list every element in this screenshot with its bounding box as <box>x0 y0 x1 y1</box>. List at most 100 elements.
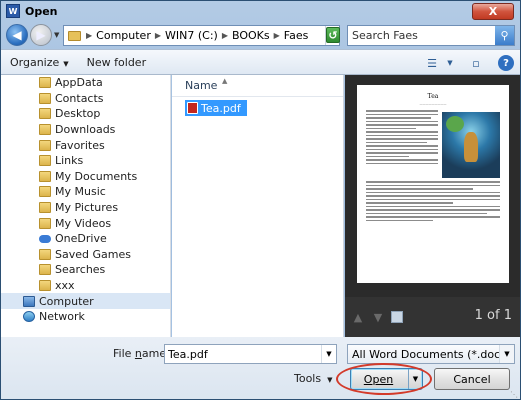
chevron-right-icon[interactable]: ▶ <box>85 31 93 40</box>
sidebar-item-favorites[interactable]: Favorites <box>1 137 170 153</box>
recent-locations-icon[interactable]: ▼ <box>54 31 59 39</box>
sidebar-item-xxx[interactable]: xxx <box>1 278 170 294</box>
folder-icon <box>39 77 51 89</box>
sidebar-item-my-music[interactable]: My Music <box>1 184 170 200</box>
preview-text-block <box>366 178 500 221</box>
file-name-field[interactable]: Tea.pdf ▼ <box>164 344 337 364</box>
folder-icon <box>39 280 51 292</box>
folder-icon <box>39 124 51 136</box>
refresh-button[interactable]: ↺ <box>326 27 340 43</box>
sidebar-item-my-pictures[interactable]: My Pictures <box>1 200 170 216</box>
page-thumbnail-icon[interactable] <box>391 311 403 323</box>
word-app-icon: W <box>6 4 20 18</box>
sidebar-item-label: My Pictures <box>55 201 119 215</box>
sidebar-item-onedrive[interactable]: OneDrive <box>1 231 170 247</box>
search-icon[interactable]: ⚲ <box>495 26 514 45</box>
new-folder-button[interactable]: New folder <box>78 56 155 69</box>
page-count: 1 of 1 <box>474 308 512 323</box>
file-list-pane: Name ▲ Tea.pdf <box>172 75 344 337</box>
folder-icon <box>39 108 51 120</box>
folder-icon <box>39 139 51 151</box>
file-name-label-prefix: File <box>113 347 135 360</box>
document-preview-page: Tea ————————— <box>357 85 509 283</box>
breadcrumb-books[interactable]: BOOKs <box>229 29 273 42</box>
sidebar-item-computer[interactable]: Computer <box>1 293 170 309</box>
dialog-footer: File name: Tea.pdf ▼ All Word Documents … <box>1 337 520 399</box>
chevron-down-icon[interactable]: ▼ <box>442 56 458 70</box>
file-type-select[interactable]: All Word Documents (*.docx;*.d ▼ <box>347 344 515 364</box>
title-bar: W Open X <box>1 1 520 21</box>
breadcrumb-computer[interactable]: Computer <box>93 29 154 42</box>
sort-arrow-icon: ▲ <box>222 77 228 85</box>
computer-icon <box>23 295 35 307</box>
chevron-right-icon[interactable]: ▶ <box>273 31 281 40</box>
folder-icon <box>39 170 51 182</box>
file-item[interactable]: Tea.pdf <box>185 100 247 116</box>
chevron-down-icon[interactable]: ▼ <box>321 345 336 363</box>
preview-pane-icon[interactable]: ▫ <box>468 56 484 70</box>
file-type-value: All Word Documents (*.docx;*.d <box>352 347 515 361</box>
sidebar-item-my-documents[interactable]: My Documents <box>1 169 170 185</box>
command-toolbar: Organize ▼ New folder ☰ ▼ ▫ ? <box>1 49 520 75</box>
folder-icon <box>39 248 51 260</box>
cancel-button[interactable]: Cancel <box>434 368 510 390</box>
folder-icon <box>39 264 51 276</box>
file-name: Tea.pdf <box>201 101 241 115</box>
tools-label: Tools <box>294 372 322 385</box>
sidebar-item-label: OneDrive <box>55 232 107 246</box>
close-button[interactable]: X <box>472 3 514 20</box>
folder-icon <box>39 155 51 167</box>
cloud-icon <box>39 234 51 243</box>
back-button[interactable]: ◀ <box>6 24 28 46</box>
sidebar-item-links[interactable]: Links <box>1 153 170 169</box>
arrow-down-icon[interactable]: ▼ <box>371 310 385 324</box>
sidebar-item-label: Favorites <box>55 138 105 152</box>
preview-subtitle-line: ————————— <box>419 102 447 106</box>
sidebar-item-appdata[interactable]: AppData <box>1 75 170 91</box>
sidebar-item-label: xxx <box>55 279 75 293</box>
sidebar-item-downloads[interactable]: Downloads <box>1 122 170 138</box>
resize-grip-icon[interactable]: ⋱ <box>510 390 518 399</box>
dialog-title: Open <box>25 4 58 18</box>
sidebar-item-searches[interactable]: Searches <box>1 262 170 278</box>
sidebar-item-contacts[interactable]: Contacts <box>1 91 170 107</box>
sidebar-item-label: Computer <box>39 294 94 308</box>
sidebar-item-label: My Documents <box>55 169 138 183</box>
organize-button[interactable]: Organize ▼ <box>1 56 78 69</box>
forward-button[interactable]: ▶ <box>30 24 52 46</box>
address-row: ◀ ▶ ▼ ▶ Computer ▶ WIN7 (C:) ▶ BOOKs ▶ F… <box>1 21 520 49</box>
folder-icon <box>68 30 81 41</box>
chevron-right-icon[interactable]: ▶ <box>221 31 229 40</box>
help-icon[interactable]: ? <box>498 55 514 71</box>
sidebar-item-saved-games[interactable]: Saved Games <box>1 247 170 263</box>
preview-text-block <box>366 110 438 166</box>
chevron-right-icon[interactable]: ▶ <box>154 31 162 40</box>
sidebar-item-label: Network <box>39 310 85 324</box>
address-bar[interactable]: ▶ Computer ▶ WIN7 (C:) ▶ BOOKs ▶ Faes ▼ <box>63 25 340 46</box>
file-name-label: File name: <box>113 347 170 360</box>
arrow-up-icon[interactable]: ▲ <box>351 310 365 324</box>
sidebar-item-desktop[interactable]: Desktop <box>1 106 170 122</box>
search-input[interactable]: Search Faes ⚲ <box>347 25 515 46</box>
breadcrumb-faes[interactable]: Faes <box>281 29 312 42</box>
sidebar-item-label: My Music <box>55 185 106 199</box>
preview-pane: Tea ————————— ▲ ▼ 1 of 1 <box>345 75 520 337</box>
file-name-value: Tea.pdf <box>168 347 208 361</box>
highlight-ring <box>336 363 432 395</box>
sidebar-item-label: Desktop <box>55 107 101 121</box>
preview-illustration <box>442 112 500 178</box>
chevron-down-icon: ▼ <box>327 376 333 384</box>
folder-icon <box>39 217 51 229</box>
chevron-down-icon[interactable]: ▼ <box>499 345 514 363</box>
sidebar-item-my-videos[interactable]: My Videos <box>1 215 170 231</box>
sidebar-item-label: AppData <box>55 76 103 90</box>
sidebar-item-label: Links <box>55 154 84 168</box>
folder-icon <box>39 92 51 104</box>
column-header-name[interactable]: Name ▲ <box>172 75 343 97</box>
organize-label: Organize <box>10 55 60 69</box>
sidebar-item-network[interactable]: Network <box>1 309 170 325</box>
view-options-icon[interactable]: ☰ <box>424 56 440 70</box>
folder-icon <box>39 186 51 198</box>
breadcrumb-drive[interactable]: WIN7 (C:) <box>162 29 221 42</box>
tools-button[interactable]: Tools ▼ <box>294 372 333 385</box>
